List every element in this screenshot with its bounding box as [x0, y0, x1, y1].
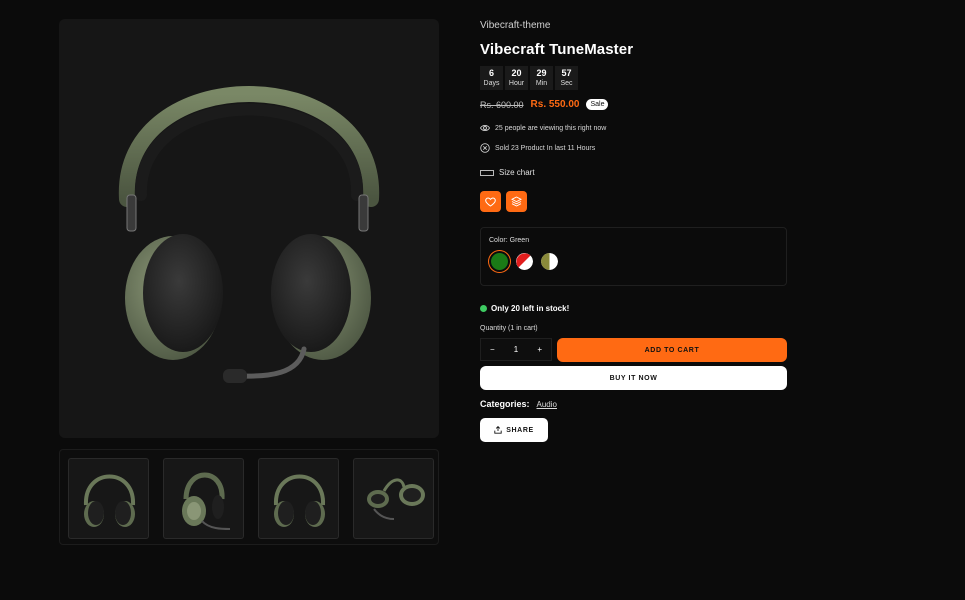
- compare-button[interactable]: [506, 191, 527, 212]
- sale-badge: Sale: [586, 99, 609, 110]
- buy-it-now-button[interactable]: BUY IT NOW: [480, 366, 787, 390]
- swatch-green[interactable]: [491, 253, 508, 270]
- share-label: SHARE: [506, 426, 534, 434]
- price-row: Rs. 600.00 Rs. 550.00 Sale: [480, 99, 609, 110]
- countdown-value: 20: [511, 68, 522, 78]
- thumbnail-2[interactable]: [163, 458, 244, 539]
- quantity-increase-button[interactable]: +: [537, 345, 542, 354]
- compare-at-price: Rs. 600.00: [480, 99, 524, 110]
- categories-row: Categories: Audio: [480, 399, 557, 409]
- thumbnail-4[interactable]: [353, 458, 434, 539]
- headphones-side-thumbnail: [182, 472, 231, 530]
- countdown-days: 6 Days: [480, 66, 503, 90]
- sale-price: Rs. 550.00: [530, 99, 580, 110]
- thumbnail-1[interactable]: [68, 458, 149, 539]
- product-title: Vibecraft TuneMaster: [480, 41, 634, 58]
- sold-recently-text: Sold 23 Product In last 11 Hours: [495, 144, 596, 152]
- color-variant-picker: Color: Green: [480, 227, 787, 286]
- swatch-olive-white[interactable]: [541, 253, 558, 270]
- size-chart-label: Size chart: [499, 168, 535, 177]
- categories-label: Categories:: [480, 399, 530, 409]
- stock-dot: [480, 305, 487, 312]
- countdown-unit: Min: [535, 80, 548, 87]
- swatch-olive-white-fill: [541, 253, 558, 270]
- countdown-value: 29: [536, 68, 547, 78]
- countdown-unit: Hour: [508, 80, 525, 87]
- quantity-stepper: − 1 +: [480, 338, 552, 361]
- stock-text: Only 20 left in stock!: [491, 304, 570, 313]
- thumbnail-strip: [59, 449, 439, 545]
- heart-icon: [485, 196, 496, 207]
- add-to-cart-button[interactable]: ADD TO CART: [557, 338, 787, 362]
- headphones-angle-thumbnail: [273, 474, 326, 527]
- countdown-hours: 20 Hour: [505, 66, 528, 90]
- ruler-icon: [480, 169, 494, 176]
- in-cart-count: (1 in cart): [508, 325, 538, 332]
- quantity-label: Quantity (1 in cart): [480, 325, 538, 332]
- wishlist-button[interactable]: [480, 191, 501, 212]
- share-button[interactable]: SHARE: [480, 418, 548, 442]
- viewing-now-line: 25 people are viewing this right now: [480, 124, 606, 132]
- countdown-seconds: 57 Sec: [555, 66, 578, 90]
- swatch-red-white[interactable]: [516, 253, 533, 270]
- headphones-front-thumbnail: [83, 474, 136, 527]
- close-circle-icon: [480, 143, 490, 153]
- countdown-unit: Days: [483, 80, 500, 87]
- headphones-illustration: [118, 86, 380, 383]
- viewing-now-text: 25 people are viewing this right now: [495, 124, 607, 132]
- thumbnail-3[interactable]: [258, 458, 339, 539]
- sold-recently-line: Sold 23 Product In last 11 Hours: [480, 143, 595, 153]
- countdown-value: 6: [488, 68, 494, 78]
- size-chart-link[interactable]: Size chart: [480, 168, 535, 177]
- selected-color: Green: [509, 237, 530, 244]
- category-link-audio[interactable]: Audio: [537, 400, 557, 409]
- eye-icon: [480, 125, 490, 131]
- countdown-minutes: 29 Min: [530, 66, 553, 90]
- countdown-timer: 6 Days 20 Hour 29 Min 57 Sec: [480, 66, 578, 90]
- stock-indicator: Only 20 left in stock!: [480, 304, 569, 313]
- quantity-input[interactable]: 1: [514, 345, 518, 354]
- share-icon: [494, 426, 502, 434]
- headphones-flat-thumbnail: [367, 478, 425, 520]
- product-main-image[interactable]: [59, 19, 439, 438]
- countdown-value: 57: [561, 68, 572, 78]
- color-label: Color: Green: [489, 237, 530, 244]
- swatch-red-white-fill: [516, 253, 533, 270]
- quantity-decrease-button[interactable]: −: [490, 345, 495, 354]
- layers-icon: [511, 196, 522, 207]
- product-vendor[interactable]: Vibecraft-theme: [480, 20, 550, 31]
- countdown-unit: Sec: [560, 80, 573, 87]
